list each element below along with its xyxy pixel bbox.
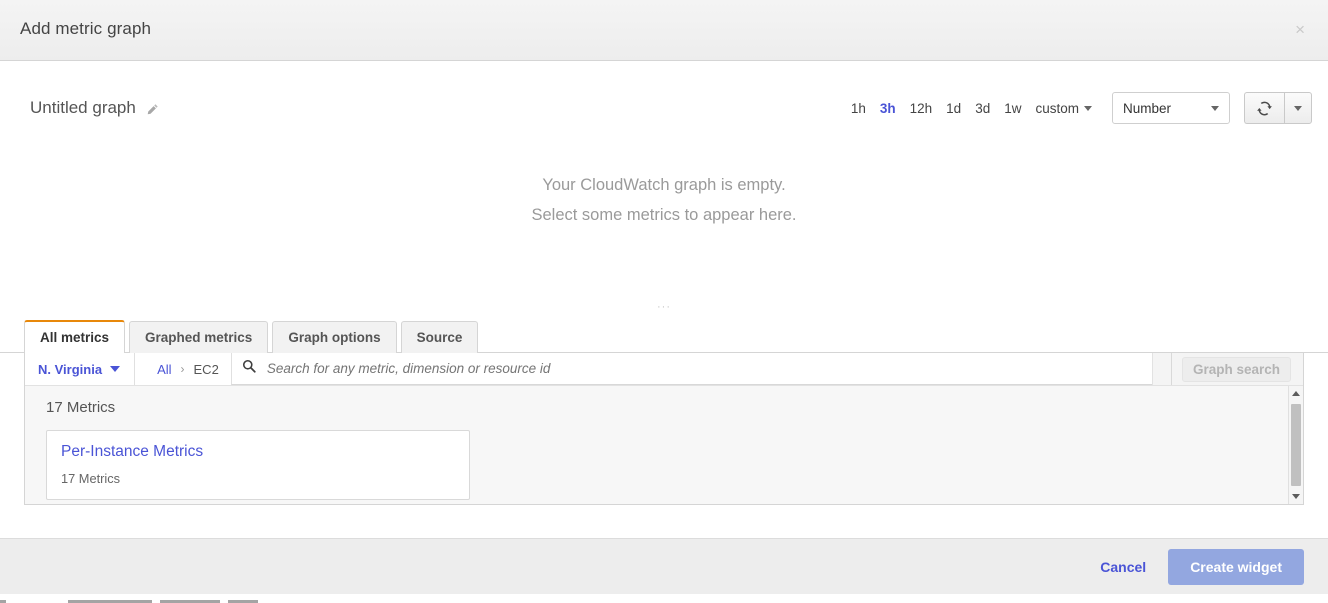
create-widget-button[interactable]: Create widget [1168, 548, 1304, 585]
metric-namespace-subtitle: 17 Metrics [61, 471, 121, 486]
page-background-strip [0, 594, 1328, 603]
time-range-custom[interactable]: custom [1035, 101, 1092, 116]
refresh-options-button[interactable] [1284, 92, 1312, 124]
metric-search-row: N. Virginia All › EC2 Graph sea [25, 353, 1303, 386]
search-icon [242, 359, 256, 378]
region-selector[interactable]: N. Virginia [25, 353, 136, 385]
search-input[interactable] [264, 360, 1142, 377]
time-range-1d[interactable]: 1d [946, 101, 961, 116]
chevron-down-icon [110, 366, 121, 372]
region-selector-label: N. Virginia [38, 361, 103, 377]
chevron-down-icon [1294, 105, 1302, 111]
tab-source[interactable]: Source [400, 321, 479, 353]
page-title: Add metric graph [20, 19, 152, 38]
cancel-button[interactable]: Cancel [1100, 559, 1146, 575]
empty-graph-message: Your CloudWatch graph is empty. Select s… [0, 170, 1328, 230]
empty-graph-line-2: Select some metrics to appear here. [531, 206, 797, 224]
graph-controls: 1h 3h 12h 1d 3d 1w custom Number [851, 92, 1312, 124]
widget-type-select[interactable]: Number [1112, 92, 1230, 124]
tab-bar: All metrics Graphed metrics Graph option… [0, 320, 1328, 353]
modal-header: Add metric graph × [0, 0, 1328, 61]
graph-search-button[interactable]: Graph search [1181, 356, 1291, 382]
time-range-selector: 1h 3h 12h 1d 3d 1w custom [851, 101, 1092, 116]
add-metric-graph-modal: Add metric graph × Untitled graph 1h 3h … [0, 0, 1328, 603]
all-metrics-panel: N. Virginia All › EC2 Graph sea [24, 353, 1304, 505]
refresh-button[interactable] [1244, 92, 1284, 124]
refresh-button-group [1244, 92, 1312, 124]
graph-title: Untitled graph [30, 98, 136, 117]
tab-graph-options[interactable]: Graph options [272, 321, 397, 353]
time-range-custom-label: custom [1035, 100, 1079, 116]
time-range-3d[interactable]: 3d [975, 101, 990, 116]
chevron-down-icon [1211, 105, 1219, 111]
time-range-12h[interactable]: 12h [910, 101, 933, 116]
chevron-down-icon [1084, 105, 1092, 111]
graph-preview-area: Untitled graph 1h 3h 12h 1d 3d 1w custom [0, 61, 1328, 320]
empty-graph-line-1: Your CloudWatch graph is empty. [542, 176, 786, 194]
metric-namespace-title[interactable]: Per-Instance Metrics [61, 443, 455, 461]
tab-graphed-metrics[interactable]: Graphed metrics [129, 321, 269, 353]
breadcrumb-item-ec2: EC2 [193, 361, 219, 377]
widget-type-value: Number [1123, 100, 1172, 116]
graph-search-container: Graph search [1170, 353, 1303, 385]
scroll-up-icon[interactable] [1289, 386, 1303, 401]
time-range-1w[interactable]: 1w [1004, 101, 1021, 116]
scroll-down-icon[interactable] [1289, 489, 1303, 504]
tab-all-metrics[interactable]: All metrics [24, 320, 126, 353]
time-range-1h[interactable]: 1h [851, 101, 866, 116]
breadcrumb: All › EC2 [135, 353, 231, 385]
modal-footer: Cancel Create widget [0, 538, 1328, 594]
graph-title-group: Untitled graph [30, 98, 159, 118]
metrics-results: 17 Metrics Per-Instance Metrics 17 Metri… [25, 386, 1303, 504]
metric-namespace-card[interactable]: Per-Instance Metrics 17 Metrics [46, 430, 470, 500]
close-icon[interactable]: × [1295, 21, 1305, 38]
pencil-icon[interactable] [146, 103, 159, 116]
scrollbar-thumb[interactable] [1291, 404, 1301, 486]
search-row-spacer [1151, 353, 1171, 385]
metric-search-field[interactable] [230, 353, 1152, 385]
metrics-count-label: 17 Metrics [46, 399, 116, 416]
time-range-3h[interactable]: 3h [880, 101, 896, 116]
breadcrumb-item-all[interactable]: All [157, 362, 171, 377]
panel-resize-handle[interactable]: ··· [0, 302, 1328, 313]
breadcrumb-separator: › [180, 362, 185, 376]
metrics-scrollbar[interactable] [1288, 386, 1303, 504]
